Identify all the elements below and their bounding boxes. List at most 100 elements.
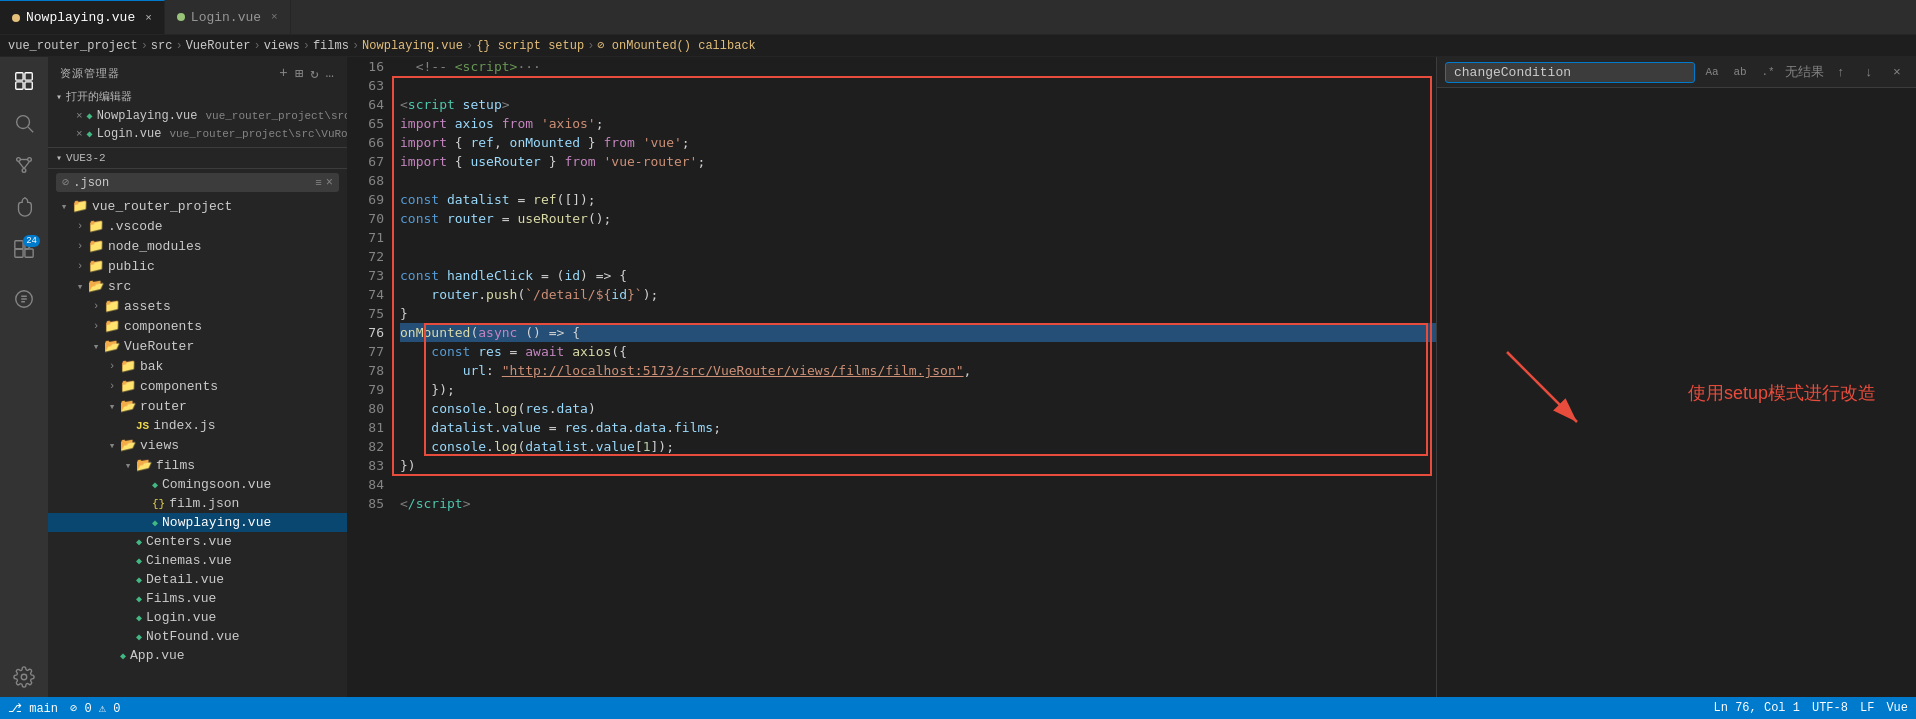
regex-btn[interactable]: .* (1757, 61, 1779, 83)
tree-item-vscode[interactable]: › 📁 .vscode (48, 216, 347, 236)
tree-item-assets[interactable]: › 📁 assets (48, 296, 347, 316)
status-line-ending[interactable]: LF (1860, 701, 1874, 715)
tree-item-components[interactable]: › 📁 components (48, 316, 347, 336)
ln-77: 77 (348, 342, 392, 361)
activity-ai-icon[interactable] (4, 279, 44, 319)
search-input[interactable] (1454, 65, 1686, 80)
tree-item-comingsoon[interactable]: ◆ Comingsoon.vue (48, 475, 347, 494)
tree-item-film-json[interactable]: {} film.json (48, 494, 347, 513)
tree-item-views[interactable]: ▾ 📂 views (48, 435, 347, 455)
filter-icon: ⊘ (62, 175, 69, 190)
expand-arrow: ▾ (72, 280, 88, 293)
tree-item-nowplaying[interactable]: ◆ Nowplaying.vue (48, 513, 347, 532)
whole-word-btn[interactable]: ab (1729, 61, 1751, 83)
activity-search-icon[interactable] (4, 103, 44, 143)
js-icon: JS (136, 420, 149, 432)
tree-item-components2[interactable]: › 📁 components (48, 376, 347, 396)
tab-nowplaying[interactable]: Nowplaying.vue × (0, 0, 165, 34)
tab-login-close[interactable]: × (271, 11, 278, 23)
nav-down-btn[interactable]: ↓ (1858, 61, 1880, 83)
close-icon-2[interactable]: × (76, 128, 83, 140)
tree-item-router[interactable]: ▾ 📂 router (48, 396, 347, 416)
tab-login-label: Login.vue (191, 10, 261, 25)
folder-icon: 📁 (104, 318, 120, 334)
tree-item-label: vue_router_project (92, 199, 232, 214)
tree-item-vue-router-project[interactable]: ▾ 📁 vue_router_project (48, 196, 347, 216)
tree-item-src[interactable]: ▾ 📂 src (48, 276, 347, 296)
activity-files-icon[interactable] (4, 61, 44, 101)
filter-bar: ⊘ ≡ × (56, 173, 339, 192)
sidebar-new-file-icon[interactable]: + (279, 65, 288, 82)
code-lines-container: <!-- <script>··· <script setup> import a… (392, 57, 1436, 697)
folder-icon: 📂 (104, 338, 120, 354)
ln-16: 16 (348, 57, 392, 76)
filter-close[interactable]: × (326, 176, 333, 190)
tree-item-cinemas[interactable]: ◆ Cinemas.vue (48, 551, 347, 570)
svg-rect-3 (25, 82, 32, 89)
code-line-75: } (400, 304, 1436, 323)
activity-debug-icon[interactable] (4, 187, 44, 227)
tree-item-notfound[interactable]: ◆ NotFound.vue (48, 627, 347, 646)
activity-extensions-icon[interactable]: 24 (4, 229, 44, 269)
extensions-badge: 24 (23, 235, 40, 247)
status-branch[interactable]: ⎇ main (8, 701, 58, 716)
tree-item-detail[interactable]: ◆ Detail.vue (48, 570, 347, 589)
breadcrumb-item-8[interactable]: ⊘ onMounted() callback (597, 38, 755, 53)
close-icon-1[interactable]: × (76, 110, 83, 122)
case-sensitive-btn[interactable]: Aa (1701, 61, 1723, 83)
tree-item-label: node_modules (108, 239, 202, 254)
activity-source-icon[interactable] (4, 145, 44, 185)
tree-item-login[interactable]: ◆ Login.vue (48, 608, 347, 627)
ln-67: 67 (348, 152, 392, 171)
filter-input[interactable] (73, 176, 311, 190)
open-editor-login[interactable]: × ◆ Login.vue vue_router_project\src\VuR… (48, 125, 347, 143)
tree-item-label: App.vue (130, 648, 185, 663)
tree-item-vuerouter[interactable]: ▾ 📂 VueRouter (48, 336, 347, 356)
breadcrumb-item-7[interactable]: {} script setup (476, 39, 584, 53)
nav-up-btn[interactable]: ↑ (1830, 61, 1852, 83)
breadcrumb-item-5[interactable]: films (313, 39, 349, 53)
status-encoding[interactable]: UTF-8 (1812, 701, 1848, 715)
open-editor-nowplaying[interactable]: × ◆ Nowplaying.vue vue_router_project\sr… (48, 107, 347, 125)
status-language[interactable]: Vue (1886, 701, 1908, 715)
activity-settings-icon[interactable] (4, 657, 44, 697)
close-search-btn[interactable]: × (1886, 61, 1908, 83)
breadcrumb-item-4[interactable]: views (264, 39, 300, 53)
tree-item-node-modules[interactable]: › 📁 node_modules (48, 236, 347, 256)
status-position[interactable]: Ln 76, Col 1 (1714, 701, 1800, 715)
sidebar-new-folder-icon[interactable]: ⊞ (295, 65, 304, 82)
tab-login[interactable]: Login.vue × (165, 0, 291, 34)
breadcrumb-item-6[interactable]: Nowplaying.vue (362, 39, 463, 53)
tree-item-index-js[interactable]: JS index.js (48, 416, 347, 435)
expand-arrow: ▾ (104, 439, 120, 452)
annotation-text: 使用setup模式进行改造 (1688, 381, 1876, 405)
status-errors[interactable]: ⊘ 0 ⚠ 0 (70, 701, 120, 716)
tree-item-bak[interactable]: › 📁 bak (48, 356, 347, 376)
ln-72: 72 (348, 247, 392, 266)
breadcrumb-item-3[interactable]: VueRouter (186, 39, 251, 53)
tree-item-label: films (156, 458, 195, 473)
tree-item-app[interactable]: ◆ App.vue (48, 646, 347, 665)
tree-item-public[interactable]: › 📁 public (48, 256, 347, 276)
tab-nowplaying-close[interactable]: × (145, 12, 152, 24)
tree-item-label: film.json (169, 496, 239, 511)
breadcrumb-item-1[interactable]: vue_router_project (8, 39, 138, 53)
tree-item-films-vue[interactable]: ◆ Films.vue (48, 589, 347, 608)
vue3-header[interactable]: ▾ VUE3-2 (48, 148, 347, 169)
open-editors-arrow: ▾ (56, 91, 62, 103)
code-line-77: const res = await axios({ (400, 342, 1436, 361)
ln-65: 65 (348, 114, 392, 133)
open-editors-header[interactable]: ▾ 打开的编辑器 (48, 86, 347, 107)
vue-icon: ◆ (136, 593, 142, 605)
sidebar-refresh-icon[interactable]: ↻ (310, 65, 319, 82)
tree-item-centers[interactable]: ◆ Centers.vue (48, 532, 347, 551)
breadcrumb-item-2[interactable]: src (151, 39, 173, 53)
ln-76: 76 (348, 323, 392, 342)
expand-arrow: ▾ (88, 340, 104, 353)
code-line-72 (400, 247, 1436, 266)
code-line-66: import { ref, onMounted } from 'vue'; (400, 133, 1436, 152)
json-icon: {} (152, 498, 165, 510)
sidebar-more-icon[interactable]: … (326, 65, 335, 82)
ln-66: 66 (348, 133, 392, 152)
tree-item-films[interactable]: ▾ 📂 films (48, 455, 347, 475)
